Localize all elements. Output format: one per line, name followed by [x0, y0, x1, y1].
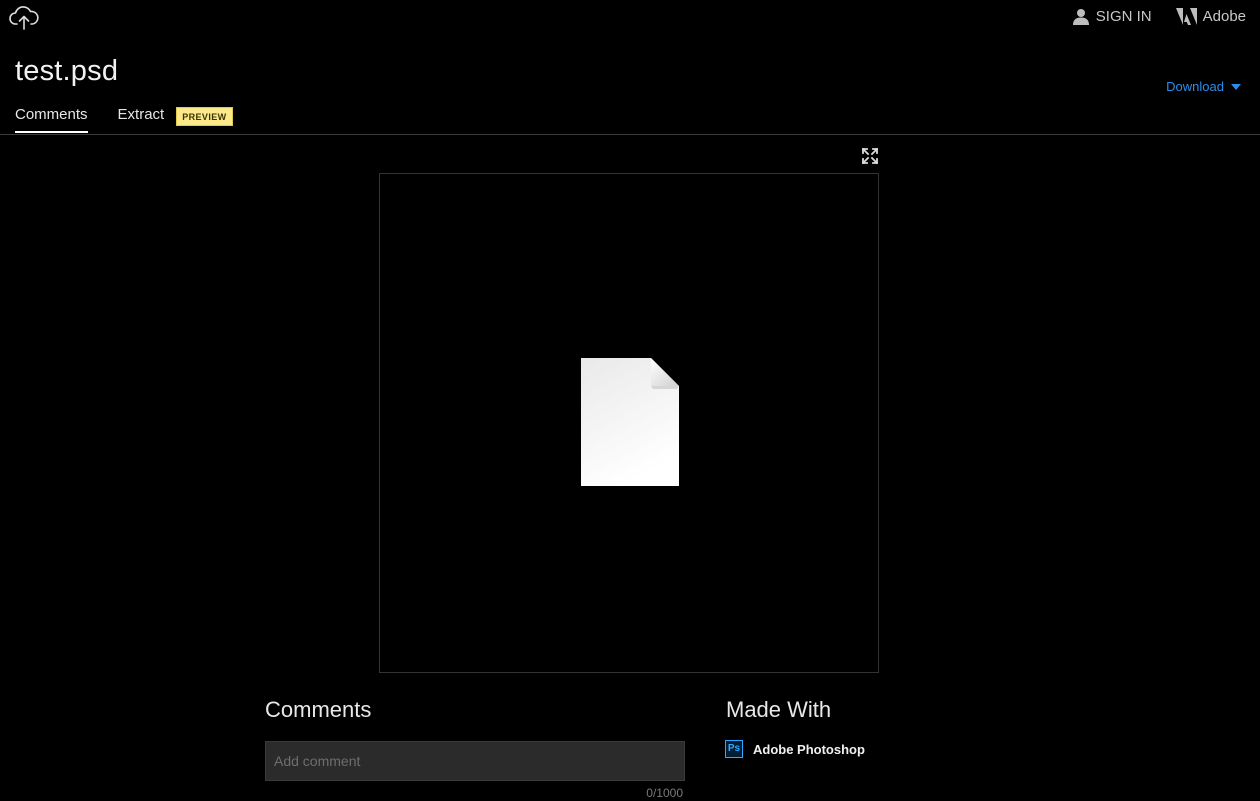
file-preview[interactable]	[379, 173, 879, 673]
tab-extract[interactable]: Extract	[118, 106, 165, 133]
adobe-label: Adobe	[1202, 8, 1246, 25]
sign-in-link[interactable]: SIGN IN	[1072, 8, 1152, 25]
tab-bar: Comments Extract PREVIEW	[15, 106, 233, 133]
sign-in-label: SIGN IN	[1095, 8, 1152, 25]
made-with-app[interactable]: Ps Adobe Photoshop	[725, 740, 865, 758]
app-name: Adobe Photoshop	[753, 741, 865, 757]
fullscreen-expand-icon[interactable]	[861, 147, 879, 165]
page-title: test.psd	[15, 55, 119, 87]
comments-heading: Comments	[265, 697, 372, 722]
preview-badge: PREVIEW	[176, 107, 233, 126]
adobe-logo-icon	[1175, 8, 1197, 25]
made-with-heading: Made With	[726, 697, 832, 722]
caret-down-icon	[1231, 83, 1241, 90]
tabs-divider	[0, 134, 1260, 135]
user-icon	[1072, 9, 1089, 25]
top-right-nav: SIGN IN Adobe	[1072, 8, 1246, 25]
page: SIGN IN Adobe test.psd Download Comments…	[0, 0, 1260, 801]
adobe-link[interactable]: Adobe	[1175, 8, 1246, 25]
comment-char-count: 0/1000	[646, 786, 683, 800]
photoshop-icon: Ps	[725, 740, 743, 758]
tab-extract-group: Extract PREVIEW	[118, 106, 233, 133]
tab-comments[interactable]: Comments	[15, 106, 88, 133]
generic-document-icon	[581, 358, 679, 486]
download-button[interactable]: Download	[1166, 79, 1241, 94]
download-label: Download	[1166, 79, 1224, 94]
creative-cloud-upload-icon[interactable]	[9, 5, 39, 31]
comment-input[interactable]	[265, 741, 685, 781]
